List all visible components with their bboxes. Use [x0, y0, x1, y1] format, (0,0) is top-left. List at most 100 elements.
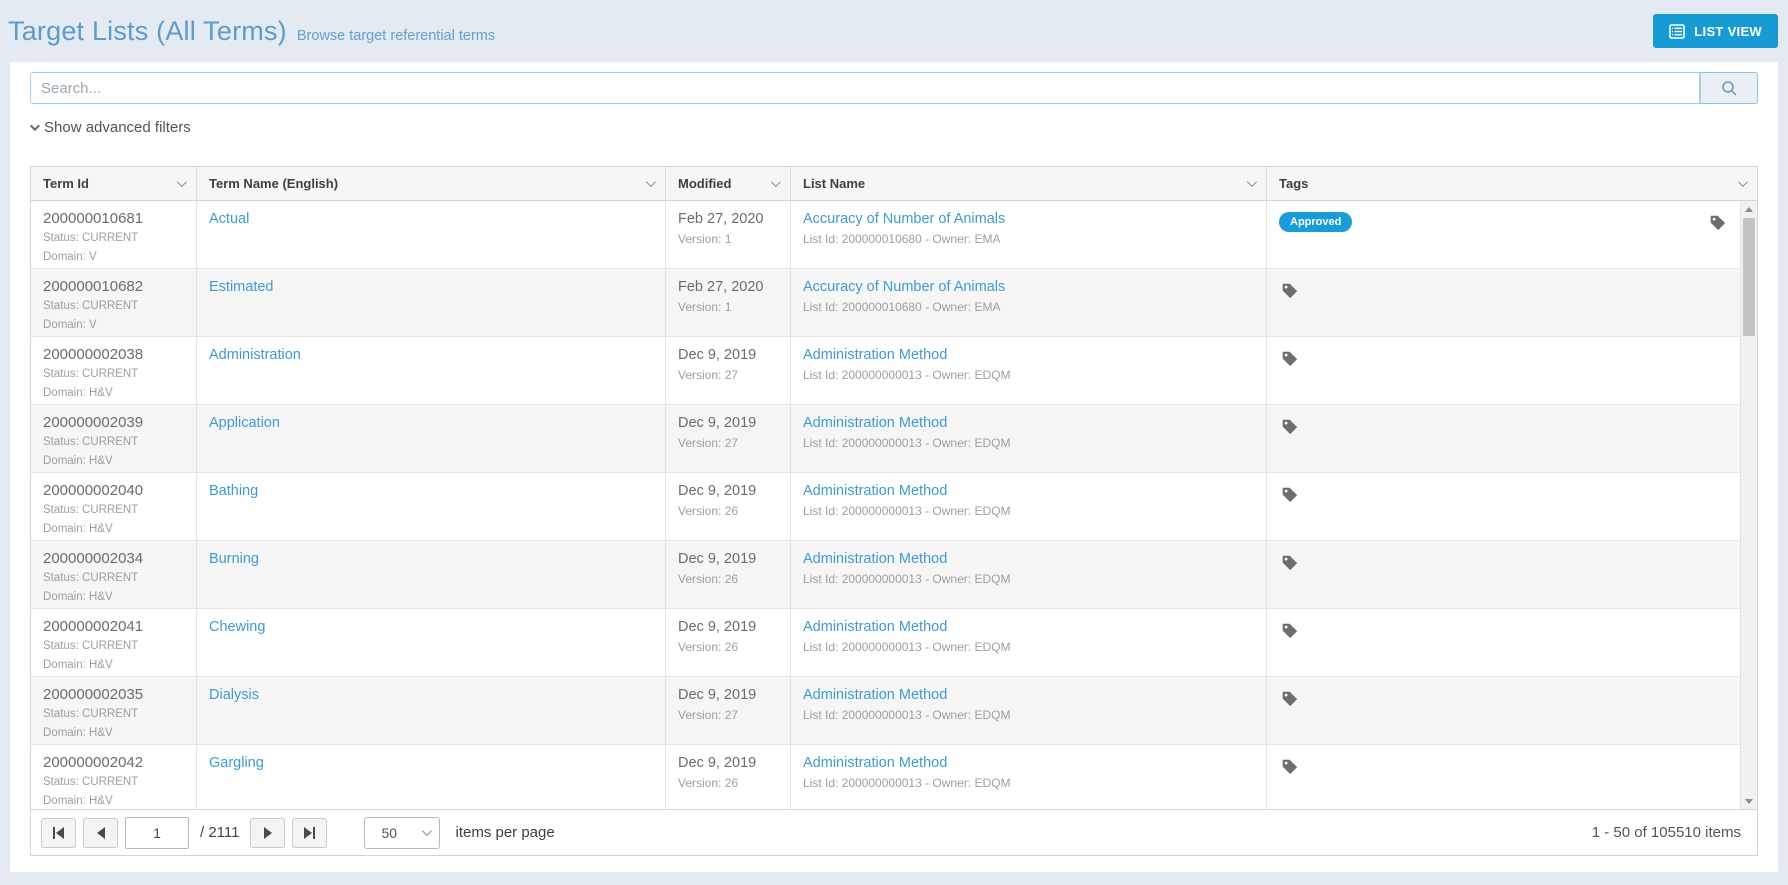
tag-icon[interactable]	[1279, 552, 1300, 576]
tag-icon[interactable]	[1707, 212, 1728, 236]
tags-cell	[1267, 541, 1740, 608]
chevron-down-icon[interactable]	[770, 177, 781, 188]
scroll-up-icon[interactable]	[1741, 201, 1757, 217]
list-icon	[1669, 23, 1686, 39]
column-label: List Name	[803, 176, 866, 191]
column-header-modified[interactable]: Modified	[666, 167, 791, 200]
chevron-down-icon	[29, 121, 40, 132]
tags-cell	[1267, 609, 1740, 676]
next-page-button[interactable]	[250, 817, 286, 848]
column-label: Modified	[678, 176, 732, 191]
term-status: Status: CURRENT	[43, 572, 139, 584]
search-button[interactable]	[1700, 72, 1758, 104]
list-meta: List Id: 200000000013 - Owner: EDQM	[803, 708, 1011, 722]
version-label: Version: 26	[678, 640, 739, 654]
modified-cell: Dec 9, 2019 Version: 26	[666, 609, 791, 676]
table-row: 200000002041 Status: CURRENT Domain: H&V…	[31, 609, 1740, 677]
term-id-cell: 200000002034 Status: CURRENT Domain: H&V	[31, 541, 197, 608]
term-name-link[interactable]: Gargling	[209, 755, 264, 771]
term-status: Status: CURRENT	[43, 776, 139, 788]
page-title: Target Lists (All Terms)	[8, 15, 287, 46]
list-meta: List Id: 200000000013 - Owner: EDQM	[803, 572, 1011, 586]
modified-date: Dec 9, 2019	[678, 551, 757, 567]
table-row: 200000002035 Status: CURRENT Domain: H&V…	[31, 677, 1740, 745]
tag-icon[interactable]	[1279, 484, 1300, 508]
modified-date: Dec 9, 2019	[678, 619, 757, 635]
search-input[interactable]	[30, 72, 1700, 104]
scroll-down-icon[interactable]	[1741, 793, 1757, 809]
term-name-link[interactable]: Actual	[209, 211, 249, 227]
list-name-cell: Accuracy of Number of Animals List Id: 2…	[791, 201, 1267, 268]
column-header-term-name[interactable]: Term Name (English)	[197, 167, 666, 200]
term-name-link[interactable]: Bathing	[209, 483, 258, 499]
list-name-link[interactable]: Administration Method	[803, 755, 947, 771]
term-name-link[interactable]: Estimated	[209, 279, 273, 295]
column-header-tags[interactable]: Tags	[1267, 167, 1757, 200]
term-name-cell: Actual	[197, 201, 666, 268]
term-domain: Domain: H&V	[43, 523, 113, 535]
modified-date: Dec 9, 2019	[678, 415, 757, 431]
terms-table: Term Id Term Name (English) Modified Lis…	[30, 166, 1758, 856]
tag-icon[interactable]	[1279, 620, 1300, 644]
tag-icon[interactable]	[1279, 348, 1300, 372]
list-name-link[interactable]: Administration Method	[803, 347, 947, 363]
list-name-link[interactable]: Administration Method	[803, 415, 947, 431]
term-id: 200000002042	[43, 754, 144, 771]
last-page-button[interactable]	[292, 817, 328, 848]
previous-page-button[interactable]	[83, 817, 118, 848]
table-header: Term Id Term Name (English) Modified Lis…	[31, 167, 1757, 201]
table-body-rows: 200000010681 Status: CURRENT Domain: V A…	[31, 201, 1740, 809]
chevron-down-icon[interactable]	[1737, 177, 1748, 188]
column-label: Tags	[1279, 176, 1309, 191]
modified-cell: Dec 9, 2019 Version: 26	[666, 473, 791, 540]
tag-icon[interactable]	[1279, 280, 1300, 304]
term-domain: Domain: H&V	[43, 659, 113, 671]
scrollbar-thumb[interactable]	[1743, 218, 1755, 336]
page-size-value: 50	[381, 824, 398, 841]
table-scrollbar[interactable]	[1740, 201, 1757, 809]
list-view-button-label: LIST VIEW	[1694, 23, 1762, 39]
column-header-term-id[interactable]: Term Id	[31, 167, 197, 200]
items-per-page-label: items per page	[455, 824, 555, 841]
version-label: Version: 26	[678, 504, 739, 518]
list-view-button[interactable]: LIST VIEW	[1653, 14, 1778, 48]
tag-icon[interactable]	[1279, 416, 1300, 440]
list-name-link[interactable]: Administration Method	[803, 483, 947, 499]
term-name-link[interactable]: Application	[209, 415, 280, 431]
term-name-link[interactable]: Administration	[209, 347, 301, 363]
term-id: 200000002039	[43, 414, 144, 431]
column-label: Term Name (English)	[209, 176, 339, 191]
total-pages-label: / 2111	[200, 824, 240, 841]
chevron-down-icon[interactable]	[1246, 177, 1257, 188]
term-domain: Domain: H&V	[43, 387, 113, 399]
list-name-link[interactable]: Administration Method	[803, 687, 947, 703]
list-name-link[interactable]: Administration Method	[803, 551, 947, 567]
term-name-cell: Gargling	[197, 745, 666, 809]
column-header-list-name[interactable]: List Name	[791, 167, 1267, 200]
term-status: Status: CURRENT	[43, 708, 139, 720]
term-name-link[interactable]: Chewing	[209, 619, 265, 635]
page-subtitle: Browse target referential terms	[296, 27, 496, 44]
term-id-cell: 200000010681 Status: CURRENT Domain: V	[31, 201, 197, 268]
advanced-filters-toggle[interactable]: Show advanced filters	[29, 119, 191, 136]
chevron-down-icon[interactable]	[176, 177, 187, 188]
term-name-link[interactable]: Dialysis	[209, 687, 259, 703]
term-status: Status: CURRENT	[43, 232, 139, 244]
list-name-link[interactable]: Accuracy of Number of Animals	[803, 279, 1005, 295]
page-size-select[interactable]: 50	[364, 816, 441, 849]
term-id: 200000010681	[43, 210, 144, 227]
list-name-link[interactable]: Accuracy of Number of Animals	[803, 211, 1005, 227]
page-number-input[interactable]	[125, 816, 189, 849]
modified-date: Dec 9, 2019	[678, 687, 757, 703]
tag-icon[interactable]	[1279, 756, 1300, 780]
list-name-cell: Administration Method List Id: 200000000…	[791, 337, 1267, 404]
chevron-down-icon[interactable]	[645, 177, 656, 188]
first-page-button[interactable]	[41, 817, 76, 848]
term-id: 200000002034	[43, 550, 144, 567]
term-domain: Domain: H&V	[43, 591, 113, 603]
list-name-link[interactable]: Administration Method	[803, 619, 947, 635]
term-name-link[interactable]: Burning	[209, 551, 259, 567]
tag-icon[interactable]	[1279, 688, 1300, 712]
tag-badge: Approved	[1279, 212, 1353, 232]
advanced-filters-label: Show advanced filters	[44, 119, 191, 136]
